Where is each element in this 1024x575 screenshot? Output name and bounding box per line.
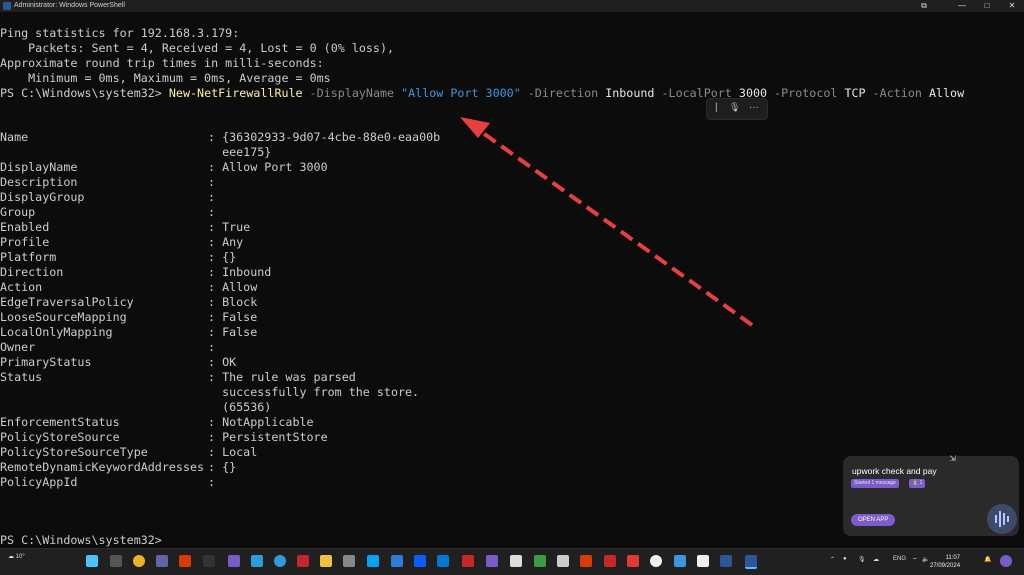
popout-icon[interactable]: ⇲ bbox=[949, 454, 956, 463]
taskbar: ☁ 10° ⌃ ● 🎙 ☁ ENG ⌔ 🔈 11:07 27/09/2024 🔔 bbox=[0, 548, 1024, 575]
powershell-taskbar-icon[interactable] bbox=[745, 555, 757, 569]
app-icon[interactable] bbox=[437, 555, 449, 567]
app-icon[interactable] bbox=[510, 555, 522, 567]
app-icon[interactable] bbox=[627, 555, 639, 567]
notification-card[interactable]: ⇲ upwork check and pay Started 1 message… bbox=[843, 454, 1019, 536]
date: 27/09/2024 bbox=[930, 563, 961, 569]
zoom-icon[interactable] bbox=[414, 555, 426, 567]
filezilla-icon[interactable] bbox=[580, 555, 592, 567]
audio-wave-icon[interactable] bbox=[987, 504, 1017, 534]
app-icon[interactable] bbox=[462, 555, 474, 567]
skype-icon[interactable] bbox=[367, 555, 379, 567]
volume-icon[interactable]: 🔈 bbox=[922, 556, 929, 563]
edge-icon[interactable] bbox=[274, 555, 286, 567]
app-icon[interactable] bbox=[486, 555, 498, 567]
app-icon[interactable] bbox=[557, 555, 569, 567]
pdf-icon[interactable] bbox=[297, 555, 309, 567]
file-explorer-icon[interactable] bbox=[320, 555, 332, 567]
app-icon[interactable] bbox=[650, 555, 662, 567]
app-icon[interactable] bbox=[251, 555, 263, 567]
settings-icon[interactable] bbox=[343, 555, 355, 567]
language-indicator[interactable]: ENG bbox=[893, 556, 906, 562]
app-tray-icon[interactable]: ● bbox=[843, 556, 847, 562]
app-icon[interactable] bbox=[604, 555, 616, 567]
app-icon[interactable] bbox=[720, 555, 732, 567]
arrow-shaft bbox=[474, 126, 754, 327]
app-icon[interactable] bbox=[534, 555, 546, 567]
notification-bell-icon[interactable]: 🔔 bbox=[984, 556, 991, 563]
teams-icon[interactable] bbox=[156, 555, 168, 567]
count-badge: ⏳ 1 bbox=[909, 479, 926, 488]
microphone-tray-icon[interactable]: 🎙 bbox=[858, 556, 866, 563]
clock[interactable]: 11:07 27/09/2024 bbox=[930, 554, 960, 570]
chrome-icon[interactable] bbox=[133, 555, 145, 567]
notification-title: upwork check and pay bbox=[852, 466, 937, 476]
chevron-up-icon[interactable]: ⌃ bbox=[830, 556, 835, 563]
open-app-button[interactable]: OPEN APP bbox=[851, 514, 896, 526]
app-icon[interactable] bbox=[203, 555, 215, 567]
status-badge: Started 1 message bbox=[851, 479, 899, 488]
copilot-icon[interactable] bbox=[1000, 555, 1012, 567]
app-icon[interactable] bbox=[391, 555, 403, 567]
windows-start-icon[interactable] bbox=[86, 555, 98, 567]
time: 11:07 bbox=[945, 555, 961, 561]
cloud-icon[interactable]: ☁ bbox=[873, 556, 879, 563]
weather-widget[interactable]: ☁ 10° bbox=[8, 553, 25, 560]
app-icon[interactable] bbox=[674, 555, 686, 567]
app-icon[interactable] bbox=[228, 555, 240, 567]
office-icon[interactable] bbox=[179, 555, 191, 567]
app-icon[interactable] bbox=[697, 555, 709, 567]
wifi-icon[interactable]: ⌔ bbox=[912, 556, 918, 564]
task-view-icon[interactable] bbox=[110, 555, 122, 567]
